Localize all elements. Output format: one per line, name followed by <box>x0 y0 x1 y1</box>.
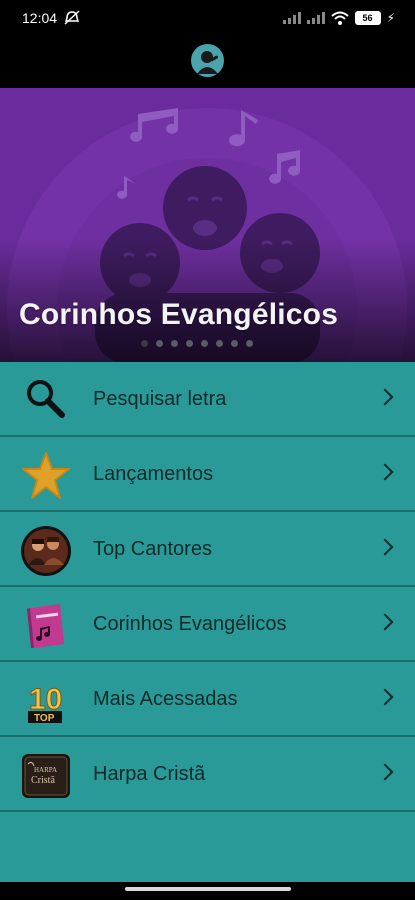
carousel-dot[interactable] <box>141 340 148 347</box>
top10-word: TOP <box>34 713 55 724</box>
chevron-right-icon <box>376 388 394 406</box>
system-nav-bar <box>0 882 415 900</box>
harpa-book-icon: HARPA Cristã <box>22 754 70 798</box>
carousel-dot[interactable] <box>186 340 193 347</box>
chevron-right-icon <box>376 613 394 631</box>
carousel-dot[interactable] <box>246 340 253 347</box>
menu-item-pesquisar-letra[interactable]: Pesquisar letra <box>0 364 415 437</box>
signal-icon <box>282 12 301 24</box>
carousel-dot[interactable] <box>156 340 163 347</box>
carousel-indicator[interactable] <box>141 340 253 347</box>
banner-title: Corinhos Evangélicos <box>19 298 339 331</box>
magnifier-icon <box>27 380 65 418</box>
menu-label: Harpa Cristã <box>93 763 206 785</box>
menu-label: Corinhos Evangélicos <box>93 613 287 635</box>
carousel-dot[interactable] <box>201 340 208 347</box>
songbook-icon <box>27 604 64 648</box>
chevron-right-icon <box>376 463 394 481</box>
menu-item-harpa-crista[interactable]: HARPA Cristã Harpa Cristã <box>0 739 415 812</box>
home-indicator[interactable] <box>125 887 291 891</box>
charging-icon: ⚡ <box>386 11 395 25</box>
main-menu: Pesquisar letra Lançamentos Top Cantores <box>0 362 415 882</box>
star-icon <box>22 452 70 499</box>
battery-icon: 56 <box>354 11 381 25</box>
battery-level: 56 <box>362 13 373 23</box>
app-bar <box>0 36 415 88</box>
menu-item-mais-acessadas[interactable]: 10 TOP Mais Acessadas <box>0 664 415 737</box>
carousel-dot[interactable] <box>231 340 238 347</box>
signal-icon-2 <box>306 12 325 24</box>
menu-label: Pesquisar letra <box>93 388 227 410</box>
status-bar: 12:04 56 ⚡ <box>0 0 415 36</box>
banner-carousel[interactable]: Corinhos Evangélicos <box>0 88 415 362</box>
status-time: 12:04 <box>22 10 58 26</box>
menu-item-corinhos-evangelicos[interactable]: Corinhos Evangélicos <box>0 589 415 662</box>
chevron-right-icon <box>376 763 394 781</box>
menu-item-top-cantores[interactable]: Top Cantores <box>0 514 415 587</box>
mute-notifications-icon <box>64 10 80 25</box>
menu-label: Top Cantores <box>93 538 212 560</box>
harpa-line2: Cristã <box>31 775 55 786</box>
wifi-icon <box>330 11 349 25</box>
top-10-icon: 10 TOP <box>28 683 63 724</box>
app-logo-icon <box>191 44 224 77</box>
menu-label: Mais Acessadas <box>93 688 238 710</box>
carousel-dot[interactable] <box>216 340 223 347</box>
carousel-dot[interactable] <box>171 340 178 347</box>
menu-item-lancamentos[interactable]: Lançamentos <box>0 439 415 512</box>
menu-label: Lançamentos <box>93 463 214 485</box>
chevron-right-icon <box>376 688 394 706</box>
harpa-line1: HARPA <box>34 766 57 774</box>
singers-photo-icon <box>21 526 71 576</box>
chevron-right-icon <box>376 538 394 556</box>
